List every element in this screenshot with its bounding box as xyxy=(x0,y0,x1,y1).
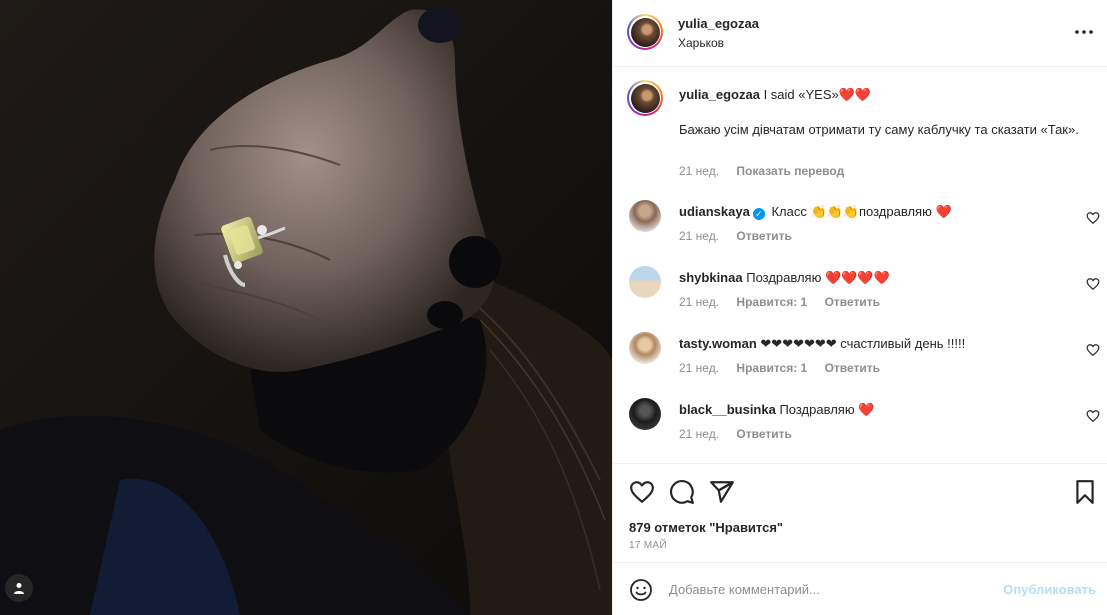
comment-time[interactable]: 21 нед. xyxy=(679,427,719,441)
comment-text: Поздравляю ❤️ xyxy=(779,402,875,417)
caption-meta: 21 нед. Показать перевод xyxy=(679,164,858,178)
comment-text: ❤❤❤❤❤❤❤ счастливый день !!!!! xyxy=(760,336,966,351)
reply-button[interactable]: Ответить xyxy=(736,229,791,243)
author-username[interactable]: yulia_egozaa xyxy=(678,16,759,31)
user-tag-button[interactable] xyxy=(5,574,33,602)
comment-meta: 21 нед. Ответить xyxy=(679,427,806,441)
verified-badge-icon: ✓ xyxy=(752,208,765,220)
comment-username[interactable]: black__businka xyxy=(679,402,776,417)
comment-like-heart-icon[interactable] xyxy=(1086,343,1100,357)
caption: yulia_egozaa I said «YES»❤️❤️ xyxy=(679,86,1089,104)
comment-text: Поздравляю ❤️❤️❤️❤️ xyxy=(746,270,890,285)
author-avatar[interactable] xyxy=(627,14,663,50)
comment-time[interactable]: 21 нед. xyxy=(679,361,719,375)
photo-hand-ring-image xyxy=(0,0,612,615)
reply-button[interactable]: Ответить xyxy=(736,427,791,441)
comment-meta: 21 нед. Нравится: 1 Ответить xyxy=(679,361,894,375)
comment-avatar[interactable] xyxy=(629,266,661,298)
comment-username[interactable]: udianskaya xyxy=(679,204,750,219)
caption-time[interactable]: 21 нед. xyxy=(679,164,719,178)
comment-avatar[interactable] xyxy=(629,200,661,232)
post-date[interactable]: 17 МАЙ xyxy=(629,540,667,551)
post-actions: 879 отметок "Нравится" 17 МАЙ xyxy=(613,463,1107,561)
comment-input[interactable] xyxy=(669,577,989,601)
like-heart-icon[interactable] xyxy=(629,479,655,505)
emoji-smiley-icon[interactable] xyxy=(629,578,653,602)
comment-time[interactable]: 21 нед. xyxy=(679,295,719,309)
caption-avatar[interactable] xyxy=(627,80,663,116)
caption-text: I said «YES»❤️❤️ xyxy=(763,87,872,102)
comment-time[interactable]: 21 нед. xyxy=(679,229,719,243)
comment-like-heart-icon[interactable] xyxy=(1086,277,1100,291)
comment-icon[interactable] xyxy=(669,479,695,505)
share-paper-plane-icon[interactable] xyxy=(709,479,735,505)
user-tag-icon xyxy=(14,583,24,594)
caption-username[interactable]: yulia_egozaa xyxy=(679,87,760,102)
comment-text: Класс 👏👏👏поздравляю ❤️ xyxy=(771,204,952,219)
comment-meta: 21 нед. Ответить xyxy=(679,229,806,243)
publish-button[interactable]: Опубликовать xyxy=(1003,582,1096,597)
add-comment-bar: Опубликовать xyxy=(613,562,1107,615)
caption-body: Бажаю усім дівчатам отримати ту саму каб… xyxy=(679,122,1079,137)
reply-button[interactable]: Ответить xyxy=(825,361,880,375)
comment-likes-count[interactable]: Нравится: 1 xyxy=(736,295,807,309)
comment-text-row: udianskaya ✓ Класс 👏👏👏поздравляю ❤️ xyxy=(679,203,1069,221)
comment-likes-count[interactable]: Нравится: 1 xyxy=(736,361,807,375)
comment-avatar[interactable] xyxy=(629,332,661,364)
comment-username[interactable]: tasty.woman xyxy=(679,336,757,351)
reply-button[interactable]: Ответить xyxy=(825,295,880,309)
translate-button[interactable]: Показать перевод xyxy=(736,164,844,178)
comment-text-row: shybkinaa Поздравляю ❤️❤️❤️❤️ xyxy=(679,269,1069,287)
post-header: yulia_egozaa Харьков xyxy=(613,0,1107,67)
save-bookmark-icon[interactable] xyxy=(1072,479,1098,505)
comment-avatar[interactable] xyxy=(629,398,661,430)
post-location[interactable]: Харьков xyxy=(678,36,724,50)
comments-list[interactable]: yulia_egozaa I said «YES»❤️❤️ Бажаю усім… xyxy=(613,68,1107,463)
likes-count[interactable]: 879 отметок "Нравится" xyxy=(629,520,783,535)
comment-text-row: black__businka Поздравляю ❤️ xyxy=(679,401,1069,419)
comment-text-row: tasty.woman ❤❤❤❤❤❤❤ счастливый день !!!!… xyxy=(679,335,1069,353)
post-sidebar: yulia_egozaa Харьков yulia_egozaa I said… xyxy=(612,0,1107,615)
comment-meta: 21 нед. Нравится: 1 Ответить xyxy=(679,295,894,309)
comment-like-heart-icon[interactable] xyxy=(1086,409,1100,423)
comment-like-heart-icon[interactable] xyxy=(1086,211,1100,225)
comment-username[interactable]: shybkinaa xyxy=(679,270,743,285)
more-options-icon[interactable] xyxy=(1074,24,1094,40)
post-photo[interactable] xyxy=(0,0,612,615)
